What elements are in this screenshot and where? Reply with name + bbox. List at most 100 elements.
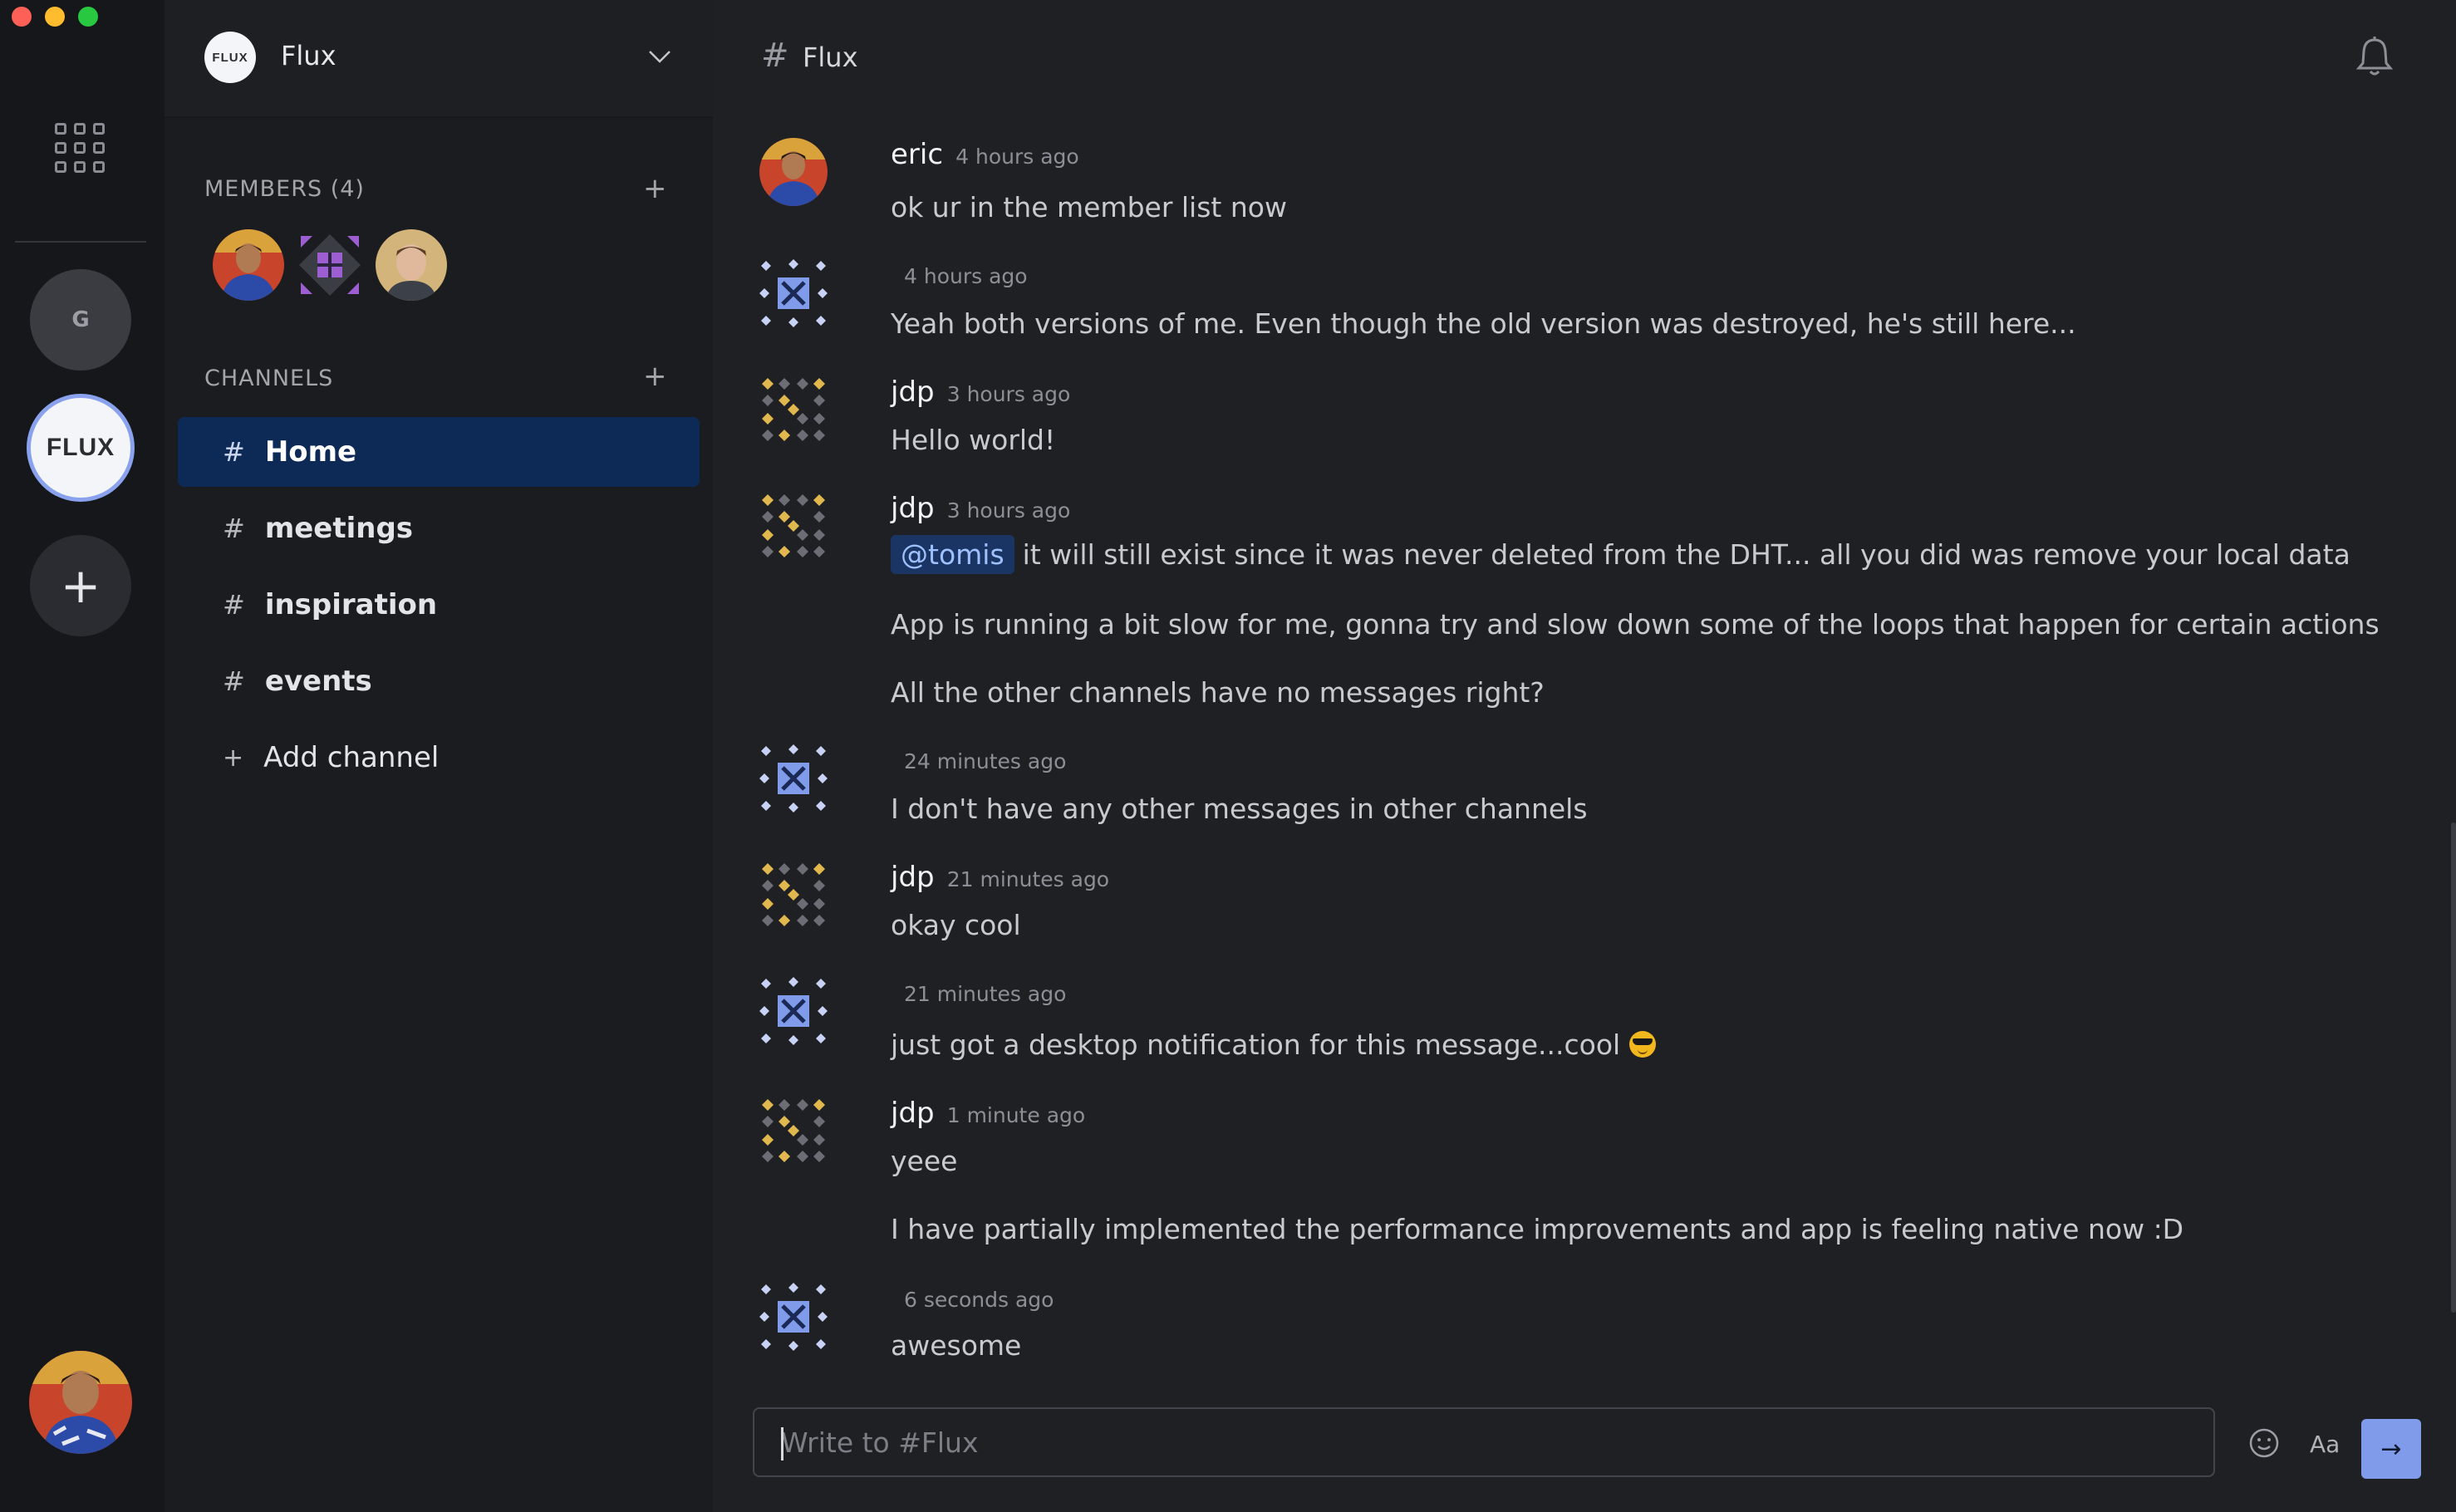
message-text: I don't have any other messages in other…	[891, 793, 1588, 825]
author-name[interactable]: jdp	[891, 861, 935, 894]
message-text: ok ur in the member list now	[891, 191, 1287, 223]
server-flux-button[interactable]: FLUX	[27, 394, 135, 502]
message-header: jdp 3 hours ago	[891, 492, 1070, 525]
channel-item-home[interactable]: # Home	[178, 417, 700, 487]
community-header[interactable]: FLUX Flux	[165, 0, 713, 118]
message-text: @tomis it will still exist since it was n…	[891, 535, 2350, 574]
text-format-button[interactable]: Aa	[2310, 1431, 2340, 1458]
message-text: awesome	[891, 1329, 1022, 1362]
grid-icon[interactable]	[55, 123, 105, 173]
message-header: jdp 1 minute ago	[891, 1097, 1085, 1130]
message-header: eric 4 hours ago	[891, 138, 1079, 171]
message-timestamp: 6 seconds ago	[904, 1288, 1054, 1312]
avatar[interactable]	[759, 744, 828, 812]
community-logo: FLUX	[204, 32, 256, 83]
page-title: Flux	[803, 42, 858, 73]
chat-header: # Flux	[713, 0, 2456, 113]
scrollbar[interactable]	[2451, 822, 2456, 1313]
message-timestamp: 24 minutes ago	[904, 749, 1067, 773]
message-text: yeee	[891, 1145, 958, 1177]
my-profile-avatar[interactable]	[29, 1351, 132, 1454]
message-composer[interactable]	[753, 1407, 2215, 1477]
channels-label: CHANNELS	[204, 366, 334, 391]
add-channel-label: Add channel	[263, 741, 440, 774]
avatar[interactable]	[759, 1097, 828, 1165]
community-name: Flux	[281, 40, 336, 71]
avatar[interactable]	[759, 977, 828, 1045]
channel-label: events	[264, 665, 372, 698]
avatar[interactable]	[759, 861, 828, 929]
avatar[interactable]	[759, 138, 828, 206]
hash-icon: #	[223, 513, 245, 544]
channel-item-inspiration[interactable]: # inspiration	[178, 570, 700, 640]
hash-icon: #	[223, 589, 245, 621]
window-minimize-button[interactable]	[45, 7, 65, 27]
add-server-button[interactable]: +	[30, 535, 131, 636]
add-member-button[interactable]: +	[643, 174, 667, 203]
author-name[interactable]: jdp	[891, 492, 935, 525]
community-logo-text: FLUX	[212, 50, 248, 65]
message-text-part: just got a desktop notification for this…	[891, 1028, 1621, 1061]
message-header: 21 minutes ago	[891, 982, 1066, 1006]
flux-logo: FLUX	[46, 434, 115, 461]
message-text: I have partially implemented the perform…	[891, 1213, 2184, 1245]
message-timestamp: 21 minutes ago	[946, 867, 1110, 891]
message-input[interactable]	[754, 1409, 2213, 1475]
avatar[interactable]	[294, 229, 366, 301]
text-caret	[781, 1427, 783, 1460]
message-text: Hello world!	[891, 424, 1056, 456]
rail-divider	[15, 241, 146, 243]
message-text: okay cool	[891, 909, 1021, 941]
author-name[interactable]: jdp	[891, 1097, 935, 1130]
send-button[interactable]: →	[2361, 1419, 2421, 1479]
message-timestamp: 1 minute ago	[946, 1103, 1086, 1127]
chevron-down-icon[interactable]	[645, 42, 675, 71]
server-g-button[interactable]: G	[30, 269, 131, 371]
message-timestamp: 3 hours ago	[946, 498, 1071, 523]
message-text: just got a desktop notification for this…	[891, 1028, 1656, 1061]
avatar[interactable]	[376, 229, 447, 301]
bell-icon[interactable]	[2351, 33, 2398, 80]
hash-icon: #	[223, 436, 245, 468]
plus-icon: +	[223, 743, 244, 773]
add-channel-button[interactable]: + Add channel	[178, 723, 700, 793]
message-timestamp: 4 hours ago	[955, 145, 1079, 169]
message-text-part: it will still exist since it was never d…	[1022, 538, 2350, 571]
window-close-button[interactable]	[12, 7, 32, 27]
author-name[interactable]: jdp	[891, 376, 935, 409]
user-mention[interactable]: @tomis	[891, 535, 1014, 574]
message-header: 6 seconds ago	[891, 1288, 1054, 1312]
channel-sidebar: FLUX Flux MEMBERS (4) + CHANNELS + # Hom…	[165, 0, 713, 1512]
channel-label: meetings	[264, 512, 414, 545]
window-zoom-button[interactable]	[78, 7, 98, 27]
add-channel-icon-button[interactable]: +	[643, 362, 667, 390]
author-name[interactable]: eric	[891, 138, 943, 171]
channel-item-meetings[interactable]: # meetings	[178, 493, 700, 563]
message-text: Yeah both versions of me. Even though th…	[891, 307, 2076, 340]
sunglasses-emoji-icon	[1628, 1031, 1656, 1058]
avatar[interactable]	[759, 376, 828, 444]
message-header: 4 hours ago	[891, 264, 1028, 288]
channel-label: Home	[264, 435, 357, 469]
message-header: jdp 21 minutes ago	[891, 861, 1109, 894]
channel-list: # Home # meetings # inspiration # events…	[178, 417, 700, 793]
members-label: MEMBERS (4)	[204, 176, 365, 202]
channel-label: inspiration	[264, 588, 438, 621]
message-text: All the other channels have no messages …	[891, 676, 1545, 709]
message-timestamp: 4 hours ago	[904, 264, 1028, 288]
avatar[interactable]	[759, 259, 828, 327]
avatar[interactable]	[759, 1283, 828, 1351]
avatar[interactable]	[213, 229, 284, 301]
server-rail: G FLUX +	[0, 0, 165, 1512]
avatar[interactable]	[759, 492, 828, 560]
message-header: 24 minutes ago	[891, 749, 1066, 773]
smiley-icon[interactable]	[2242, 1421, 2287, 1465]
member-avatars	[213, 229, 447, 301]
message-timestamp: 3 hours ago	[946, 382, 1071, 406]
message-header: jdp 3 hours ago	[891, 376, 1070, 409]
message-text: App is running a bit slow for me, gonna …	[891, 608, 2380, 641]
chat-main: # Flux eric 4 hours ago ok ur in the mem…	[713, 0, 2456, 1512]
channel-item-events[interactable]: # events	[178, 646, 700, 716]
hash-icon: #	[761, 37, 789, 75]
message-timestamp: 21 minutes ago	[904, 982, 1067, 1006]
